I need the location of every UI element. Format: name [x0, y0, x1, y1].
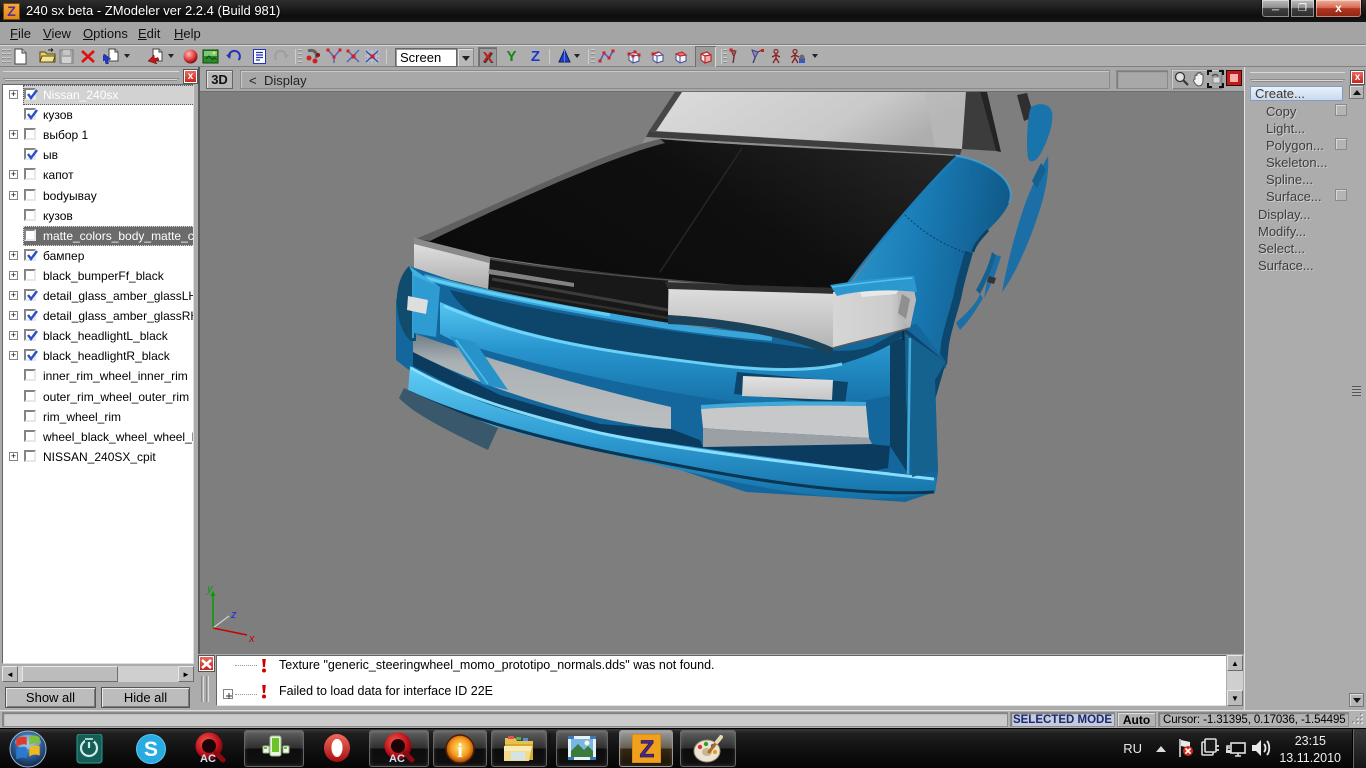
svg-text:i: i	[457, 740, 463, 762]
svg-text:z: z	[230, 609, 237, 621]
svg-text:Z: Z	[640, 736, 655, 763]
svg-text:AC: AC	[389, 753, 405, 765]
svg-text:S: S	[144, 738, 158, 761]
svg-text:AC: AC	[200, 753, 216, 765]
svg-text:x: x	[248, 633, 255, 645]
